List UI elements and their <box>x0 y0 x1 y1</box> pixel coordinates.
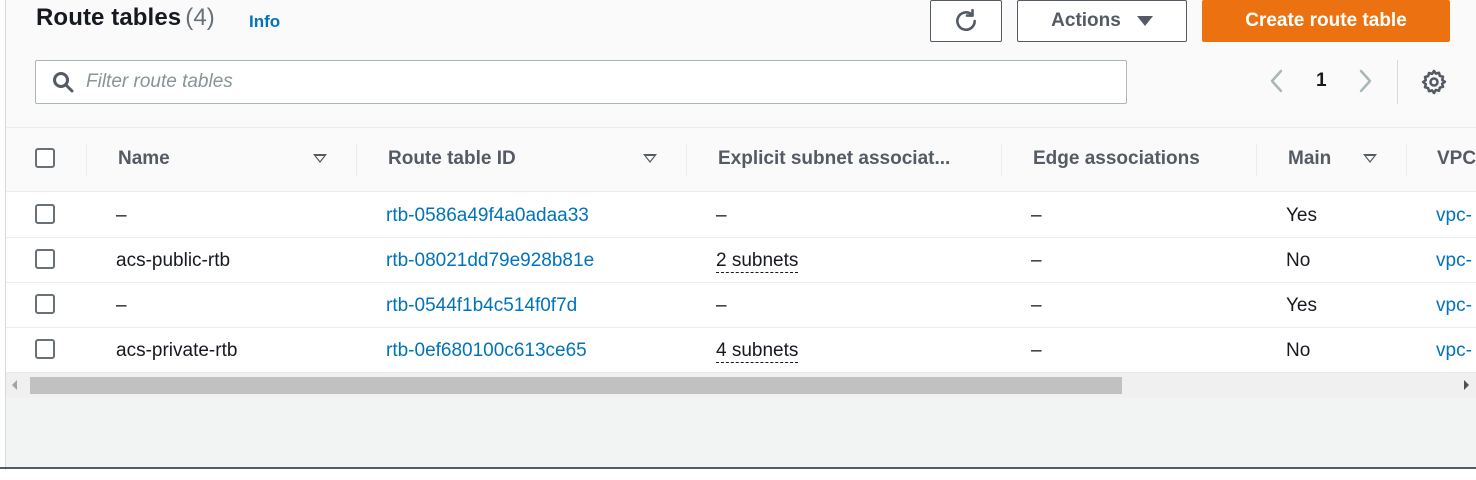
cell-subnet-associations[interactable]: 4 subnets <box>716 340 799 363</box>
cell-edge-associations: – <box>1031 295 1042 316</box>
column-separator <box>86 144 87 176</box>
cell-edge-associations: – <box>1031 250 1042 271</box>
cell-main: Yes <box>1286 205 1317 226</box>
cell-vpc[interactable]: vpc- <box>1436 295 1472 317</box>
search-icon <box>53 72 74 93</box>
pagination-divider <box>1397 60 1398 104</box>
refresh-icon <box>956 8 976 32</box>
cell-edge-associations: – <box>1031 205 1042 226</box>
scroll-right-icon[interactable] <box>1464 380 1469 390</box>
filter-search-box[interactable] <box>35 60 1127 104</box>
column-separator <box>1406 144 1407 176</box>
actions-dropdown[interactable]: Actions <box>1017 0 1187 42</box>
sort-icon[interactable] <box>1363 154 1377 163</box>
create-route-table-button[interactable]: Create route table <box>1202 0 1450 42</box>
row-checkbox[interactable] <box>35 249 55 269</box>
page-title-text: Route tables <box>36 4 182 31</box>
cell-main: No <box>1286 250 1311 271</box>
row-checkbox[interactable] <box>35 339 55 359</box>
cell-name: – <box>116 295 127 316</box>
cell-route-table-id[interactable]: rtb-0ef680100c613ce65 <box>386 340 587 362</box>
column-separator <box>1256 144 1257 176</box>
cell-route-table-id[interactable]: rtb-0586a49f4a0adaa33 <box>386 205 589 227</box>
chevron-right-icon[interactable] <box>1354 68 1376 94</box>
chevron-left-icon[interactable] <box>1266 68 1288 94</box>
cell-vpc[interactable]: vpc- <box>1436 205 1472 227</box>
pagination: 1 <box>1262 64 1382 100</box>
cell-vpc[interactable]: vpc- <box>1436 250 1472 272</box>
cell-vpc[interactable]: vpc- <box>1436 340 1472 362</box>
caret-down-icon <box>1136 16 1153 26</box>
cell-main: Yes <box>1286 295 1317 316</box>
sort-icon[interactable] <box>313 154 327 163</box>
search-input[interactable] <box>86 71 986 93</box>
item-count: (4) <box>185 4 215 31</box>
cell-route-table-id[interactable]: rtb-08021dd79e928b81e <box>386 250 594 272</box>
gear-icon[interactable] <box>1420 68 1448 96</box>
horizontal-scrollbar[interactable] <box>6 373 1476 397</box>
refresh-button[interactable] <box>930 0 1002 42</box>
cell-name: – <box>116 205 127 226</box>
row-checkbox[interactable] <box>35 204 55 224</box>
cell-route-table-id[interactable]: rtb-0544f1b4c514f0f7d <box>386 295 577 317</box>
table-row[interactable]: acs-private-rtb rtb-0ef680100c613ce65 4 … <box>6 328 1476 373</box>
table-header: Name Route table ID Explicit subnet asso… <box>6 128 1476 192</box>
cell-main: No <box>1286 340 1311 361</box>
column-separator <box>1001 144 1002 176</box>
sort-icon[interactable] <box>643 154 657 163</box>
row-checkbox[interactable] <box>35 294 55 314</box>
column-header-main[interactable]: Main <box>1288 148 1331 170</box>
table-row[interactable]: – rtb-0544f1b4c514f0f7d – – Yes vpc- <box>6 283 1476 328</box>
cell-subnet-associations[interactable]: 2 subnets <box>716 250 799 273</box>
column-header-vpc[interactable]: VPC <box>1437 148 1476 170</box>
column-header-subnet-associations[interactable]: Explicit subnet associat... <box>718 148 950 170</box>
cell-name: acs-public-rtb <box>116 250 231 271</box>
table-row[interactable]: acs-public-rtb rtb-08021dd79e928b81e 2 s… <box>6 238 1476 283</box>
info-link[interactable]: Info <box>249 12 280 32</box>
bottom-divider <box>0 467 1476 469</box>
scrollbar-thumb[interactable] <box>30 377 1122 394</box>
column-header-route-table-id[interactable]: Route table ID <box>388 148 516 170</box>
column-separator <box>356 144 357 176</box>
actions-label: Actions <box>1051 10 1121 31</box>
page-number[interactable]: 1 <box>1316 70 1327 92</box>
column-separator <box>686 144 687 176</box>
column-header-name[interactable]: Name <box>118 148 170 170</box>
cell-subnet-associations: – <box>716 295 727 316</box>
table-row[interactable]: – rtb-0586a49f4a0adaa33 – – Yes vpc- <box>6 193 1476 238</box>
cell-edge-associations: – <box>1031 340 1042 361</box>
cell-name: acs-private-rtb <box>116 340 238 361</box>
table-footer-area <box>6 397 1476 467</box>
column-header-edge-associations[interactable]: Edge associations <box>1033 148 1200 170</box>
scroll-left-icon[interactable] <box>12 380 17 390</box>
select-all-checkbox[interactable] <box>35 148 55 168</box>
page-title: Route tables (4) <box>36 4 215 32</box>
cell-subnet-associations: – <box>716 205 727 226</box>
